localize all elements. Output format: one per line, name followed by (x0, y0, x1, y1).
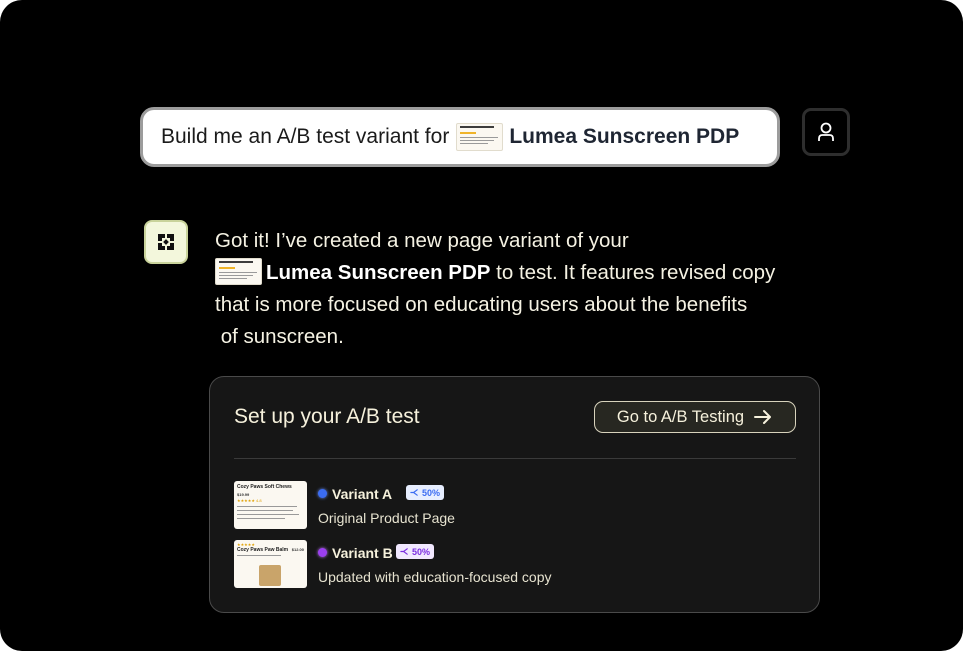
assistant-avatar (144, 220, 188, 264)
message-page-name: Lumea Sunscreen PDP (266, 261, 491, 284)
message-line: Got it! I’ve created a new page variant … (215, 229, 629, 252)
variant-name: Variant B (332, 545, 393, 561)
user-icon (818, 122, 834, 141)
split-badge: 50% (396, 544, 435, 559)
ab-test-card: Set up your A/B test Go to A/B Testing C… (209, 376, 820, 613)
variant-name: Variant A (332, 486, 393, 502)
button-label: Go to A/B Testing (616, 407, 745, 426)
message-line: of sunscreen. (215, 325, 344, 348)
variant-row[interactable]: ★★★★★ Cozy Paws Paw Balm $12.00 Variant … (234, 540, 794, 590)
message-text: to test. It features revised copy (490, 261, 776, 284)
prompt-input[interactable]: Build me an A/B test variant for Lumea S… (140, 107, 780, 167)
message-line: that is more focused on educating users … (215, 293, 748, 316)
card-title: Set up your A/B test (234, 405, 420, 428)
divider (234, 458, 796, 459)
message-line: Lumea Sunscreen PDP to test. It features… (215, 257, 835, 289)
variant-description: Original Product Page (318, 510, 455, 526)
split-value: 50% (422, 487, 441, 498)
user-button[interactable] (802, 108, 850, 156)
thumb-price: $12.00 (291, 547, 304, 552)
arrow-right-icon (753, 409, 773, 425)
prompt-text: Build me an A/B test variant for (161, 125, 450, 148)
variant-a-dot (318, 489, 327, 498)
page-thumbnail (456, 123, 504, 151)
prompt-page-name: Lumea Sunscreen PDP (509, 125, 740, 148)
split-badge: 50% (406, 485, 445, 500)
variant-thumbnail: ★★★★★ Cozy Paws Paw Balm $12.00 (234, 540, 307, 588)
thumb-price: $19.99 (237, 492, 250, 497)
thumb-rating: ★★★★★ 4.8 (237, 498, 262, 503)
assistant-message: Got it! I’ve created a new page variant … (215, 225, 835, 353)
thumb-title: Cozy Paws Paw Balm (237, 547, 289, 553)
variant-thumbnail: Cozy Paws Soft Chews $19.99 ★★★★★ 4.8 (234, 481, 307, 529)
variant-description: Updated with education-focused copy (318, 569, 552, 585)
brand-logo-icon (158, 234, 174, 250)
thumb-title: Cozy Paws Soft Chews (237, 484, 292, 490)
split-icon (400, 548, 408, 555)
variant-row[interactable]: Cozy Paws Soft Chews $19.99 ★★★★★ 4.8 Va… (234, 481, 794, 531)
split-value: 50% (412, 546, 431, 557)
variant-b-dot (318, 548, 327, 557)
page-thumbnail (215, 258, 262, 285)
go-to-ab-testing-button[interactable]: Go to A/B Testing (594, 401, 796, 433)
app-frame: Build me an A/B test variant for Lumea S… (0, 0, 963, 651)
split-icon (410, 489, 418, 496)
